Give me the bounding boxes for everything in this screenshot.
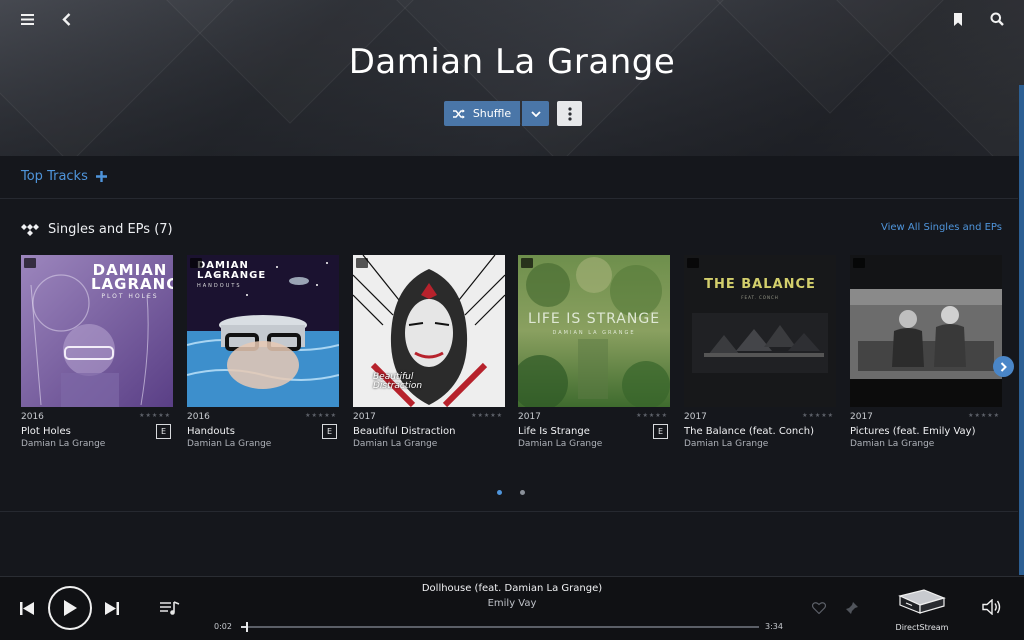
chevron-down-icon: [530, 110, 541, 117]
singles-section-header: Singles and EPs (7): [21, 222, 173, 237]
top-tracks-label: Top Tracks: [21, 169, 88, 184]
tidal-badge-icon: [24, 258, 36, 268]
carousel-pagination: [497, 490, 525, 495]
elapsed-time: 0:02: [214, 622, 232, 631]
more-vertical-icon: [567, 106, 572, 121]
album-title[interactable]: Handouts: [187, 426, 339, 437]
bookmark-button[interactable]: [947, 8, 969, 30]
mood-button[interactable]: [843, 599, 861, 617]
top-tracks-section: Top Tracks: [0, 156, 1018, 199]
cover-subtext: HANDOUTS: [197, 283, 242, 289]
rating-stars[interactable]: ★★★★★: [471, 412, 503, 419]
explicit-badge: E: [322, 424, 337, 439]
chevron-right-icon: [1000, 361, 1007, 372]
rating-stars[interactable]: ★★★★★: [968, 412, 1000, 419]
album-artist[interactable]: Damian La Grange: [187, 439, 339, 449]
cover-subtext: FEAT. CONCH: [741, 295, 779, 300]
search-button[interactable]: [986, 8, 1008, 30]
now-playing-artist[interactable]: Emily Vay: [0, 598, 1024, 609]
player-bar: Dollhouse (feat. Damian La Grange) Emily…: [0, 576, 1024, 640]
album-art-pictures: [850, 255, 1002, 407]
top-tracks-link[interactable]: Top Tracks: [21, 169, 107, 184]
cover-text: DAMIAN LAGRANGE: [91, 261, 173, 293]
album-card[interactable]: DAMIAN LAGRANGE HANDOUTS 2016 ★★★★★ Hand…: [187, 255, 339, 449]
carousel-next-button[interactable]: [993, 356, 1014, 377]
album-card[interactable]: THE BALANCE FEAT. CONCH 2017 ★★★★★ The B…: [684, 255, 836, 449]
album-artist[interactable]: Damian La Grange: [518, 439, 670, 449]
singles-heading: Singles and EPs (7): [48, 222, 173, 237]
pin-icon: [846, 602, 858, 614]
cover-text: THE BALANCE: [704, 277, 816, 292]
shuffle-label: Shuffle: [472, 107, 512, 120]
album-artist[interactable]: Damian La Grange: [684, 439, 836, 449]
album-cover[interactable]: DAMIAN LAGRANGE PLOT HOLES: [21, 255, 173, 407]
play-options-dropdown[interactable]: [522, 101, 549, 126]
hamburger-icon: [20, 13, 34, 25]
album-cover[interactable]: DAMIAN LAGRANGE HANDOUTS: [187, 255, 339, 407]
back-button[interactable]: [55, 8, 77, 30]
album-cover[interactable]: Beautiful Distraction: [353, 255, 505, 407]
chevron-left-icon: [61, 12, 70, 26]
speaker-device-icon: [898, 589, 946, 614]
album-title[interactable]: Life Is Strange: [518, 426, 670, 437]
seek-bar-handle[interactable]: [246, 622, 249, 632]
tidal-badge-icon: [687, 258, 699, 268]
plus-icon: [95, 171, 107, 182]
rating-stars[interactable]: ★★★★★: [305, 412, 337, 419]
tidal-badge-icon: [853, 258, 865, 268]
album-card[interactable]: LIFE IS STRANGE DAMIAN LA GRANGE 2017 ★★…: [518, 255, 670, 449]
rating-stars[interactable]: ★★★★★: [802, 412, 834, 419]
album-artist[interactable]: Damian La Grange: [850, 439, 1002, 449]
album-card[interactable]: 2017 ★★★★★ Pictures (feat. Emily Vay) Da…: [850, 255, 1002, 449]
menu-button[interactable]: [16, 8, 38, 30]
artist-actions: Shuffle: [444, 101, 582, 126]
scrollbar[interactable]: [1019, 85, 1024, 575]
heart-icon: [812, 602, 826, 614]
album-artist[interactable]: Damian La Grange: [21, 439, 173, 449]
album-card[interactable]: Beautiful Distraction 2017 ★★★★★ Beautif…: [353, 255, 505, 449]
output-device-button[interactable]: [896, 585, 948, 621]
page-dot[interactable]: [497, 490, 502, 495]
album-card[interactable]: DAMIAN LAGRANGE PLOT HOLES 2016 ★★★★★ Pl…: [21, 255, 173, 449]
bookmark-icon: [954, 12, 962, 26]
shuffle-button[interactable]: Shuffle: [444, 101, 520, 126]
now-playing-title[interactable]: Dollhouse (feat. Damian La Grange): [0, 583, 1024, 594]
section-divider: [0, 511, 1018, 512]
volume-icon: [982, 599, 1001, 615]
album-title[interactable]: Pictures (feat. Emily Vay): [850, 426, 1002, 437]
cover-text: DAMIAN LAGRANGE: [197, 260, 267, 281]
tidal-badge-icon: [521, 258, 533, 268]
explicit-badge: E: [156, 424, 171, 439]
explicit-badge: E: [653, 424, 668, 439]
artist-name: Damian La Grange: [348, 42, 676, 82]
tidal-badge-icon: [356, 258, 368, 268]
output-device-label: DirectStream: [895, 623, 949, 632]
search-icon: [990, 12, 1004, 26]
more-options-button[interactable]: [557, 101, 582, 126]
album-title[interactable]: Plot Holes: [21, 426, 173, 437]
album-title[interactable]: The Balance (feat. Conch): [684, 426, 836, 437]
shuffle-icon: [452, 108, 465, 119]
album-cover[interactable]: LIFE IS STRANGE DAMIAN LA GRANGE: [518, 255, 670, 407]
cover-text: LIFE IS STRANGE: [527, 311, 661, 327]
cover-subtext: PLOT HOLES: [101, 293, 159, 300]
cover-subtext: DAMIAN LA GRANGE: [552, 330, 636, 336]
tidal-icon: [21, 223, 39, 236]
rating-stars[interactable]: ★★★★★: [139, 412, 171, 419]
album-title[interactable]: Beautiful Distraction: [353, 426, 505, 437]
view-all-singles-link[interactable]: View All Singles and EPs: [881, 222, 1002, 233]
seek-bar[interactable]: [241, 622, 759, 632]
cover-text: Beautiful Distraction: [373, 372, 423, 391]
tidal-badge-icon: [190, 258, 202, 268]
album-cover[interactable]: [850, 255, 1002, 407]
page-dot[interactable]: [520, 490, 525, 495]
like-button[interactable]: [810, 599, 828, 617]
album-artist[interactable]: Damian La Grange: [353, 439, 505, 449]
volume-button[interactable]: [981, 597, 1003, 617]
rating-stars[interactable]: ★★★★★: [636, 412, 668, 419]
duration-time: 3:34: [765, 622, 783, 631]
album-cover[interactable]: THE BALANCE FEAT. CONCH: [684, 255, 836, 407]
